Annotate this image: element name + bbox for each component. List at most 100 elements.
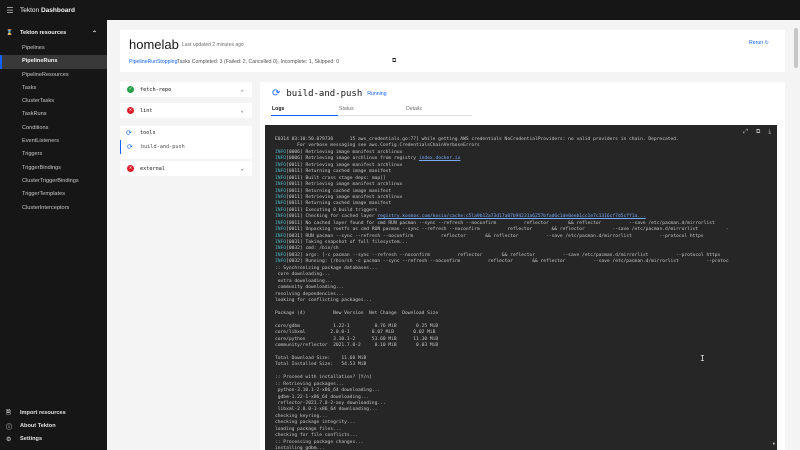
chevron-up-icon: ⌃ — [91, 30, 97, 37]
tab-logs[interactable]: Logs — [271, 104, 338, 116]
step-build-and-push[interactable]: ⟳ build-and-push — [120, 140, 252, 154]
log-level: INFO — [275, 188, 287, 194]
log-text: :: Proceed with installation? [Y/n] — [275, 375, 372, 381]
sidebar-bottom-label: Settings — [20, 436, 43, 443]
log-level: INFO — [275, 227, 287, 233]
log-text: libxml-2.0.0-1-x86_64 downloading... — [275, 407, 378, 413]
step-details-panel: ⟳ build-and-push Running Logs Status Det… — [260, 82, 785, 450]
rerun-label: Rerun — [749, 40, 764, 46]
sidebar-item-pipelineruns[interactable]: PipelineRuns — [0, 55, 107, 69]
log-text: [0011] Retrieving image manifest archlin… — [286, 182, 403, 188]
task-tools-header[interactable]: ⟳ tools — [120, 126, 252, 140]
log-text: [0011] Built cross stage deps: map[] — [286, 175, 386, 181]
sidebar: ⌛ Tekton resources ⌃ Pipelines PipelineRu… — [0, 20, 107, 450]
sidebar-item-triggertemplates[interactable]: TriggerTemplates — [0, 188, 107, 201]
log-text: :: Processing package changes... — [275, 439, 364, 445]
success-icon: ✓ — [127, 86, 134, 93]
sidebar-item-pipelines[interactable]: Pipelines — [0, 42, 107, 55]
log-level: INFO — [275, 175, 287, 181]
chevron-down-icon: ⌄ — [240, 165, 244, 172]
sidebar-section-tekton-resources[interactable]: ⌛ Tekton resources ⌃ — [0, 24, 107, 42]
log-level: INFO — [275, 220, 287, 226]
rerun-button[interactable]: Rerun ↻ — [749, 40, 769, 46]
brand-light: Tekton — [20, 6, 41, 14]
sidebar-item-clustertriggerbindings[interactable]: ClusterTriggerBindings — [0, 175, 107, 188]
task-fetch-repo[interactable]: ✓ fetch-repo ⌄ — [120, 82, 252, 97]
log-text: community/reflector 2021.7.0-2 0.10 MiB … — [275, 343, 439, 348]
running-icon: ⟳ — [126, 129, 132, 137]
sidebar-about-tekton[interactable]: ⓘ About Tekton — [0, 419, 107, 432]
rerun-icon: ↻ — [764, 40, 769, 46]
brand-bold: Dashboard — [40, 6, 75, 14]
step-status: Running — [367, 90, 387, 97]
log-text: [0006] Retrieving image manifest archlin… — [286, 149, 403, 155]
log-level: INFO — [275, 149, 287, 155]
task-name: external — [140, 165, 165, 172]
task-external[interactable]: ✕ external ⌄ — [120, 161, 252, 176]
sidebar-item-triggers[interactable]: Triggers — [0, 148, 107, 161]
log-text: :: Retrieving packages... — [275, 381, 345, 387]
log-text: [0032] args: [-c pacman --sync --refresh… — [286, 252, 721, 258]
sidebar-item-clusterinterceptors[interactable]: ClusterInterceptors — [0, 202, 107, 215]
text-cursor-icon: I — [700, 354, 705, 363]
sidebar-item-eventlisteners[interactable]: EventListeners — [0, 135, 107, 148]
log-level: INFO — [275, 156, 287, 162]
task-name: lint — [140, 107, 153, 114]
log-text: core/python 3.10.1-2 53.60 MiB 11.30 MiB — [275, 336, 439, 342]
import-icon: 🗎 — [6, 409, 11, 416]
page-scrollbar[interactable] — [794, 28, 798, 68]
task-lint[interactable]: ✕ lint ⌄ — [120, 103, 252, 118]
tab-status[interactable]: Status — [338, 104, 405, 116]
hamburger-icon[interactable]: ☰ — [0, 6, 20, 15]
top-header: ☰ Tekton Dashboard — [0, 0, 800, 20]
log-text: checking for file conflicts... — [275, 433, 358, 439]
log-text: [0011] Returning cached image manifest — [286, 169, 392, 175]
log-link[interactable]: index.docker.io — [419, 156, 461, 161]
log-link[interactable]: registry.kosmos.com/kosia/cache:c5la9b12… — [377, 214, 645, 219]
log-level: INFO — [275, 246, 287, 252]
app-title[interactable]: Tekton Dashboard — [20, 7, 75, 14]
last-updated: Last updated 2 minutes ago — [182, 42, 244, 48]
log-text: [0031] Taking snapshot of full filesyste… — [286, 240, 408, 245]
sidebar-item-clustertasks[interactable]: ClusterTasks — [0, 95, 107, 108]
section-label: Tekton resources — [20, 30, 67, 36]
tab-details[interactable]: Details — [405, 104, 472, 116]
scroll-down-icon[interactable]: ▼ — [773, 441, 775, 446]
maximize-icon[interactable]: ⤢ — [743, 128, 748, 136]
log-text: core/gdbm 1.22-1 0.76 MiB 0.25 MiB — [275, 323, 439, 329]
log-level: INFO — [275, 252, 287, 258]
log-text: :: Synchronizing package databases... — [275, 265, 378, 271]
log-level: INFO — [275, 233, 287, 239]
log-text: [0032] Running: [/bin/sh -c pacman --syn… — [286, 259, 729, 265]
task-name: tools — [140, 130, 156, 136]
log-level: INFO — [275, 169, 287, 175]
sidebar-item-taskruns[interactable]: TaskRuns — [0, 108, 107, 121]
log-text: [0011] Unpacking rootfs as cmd RUN pacma… — [286, 227, 729, 233]
log-text: checking keyring... — [275, 413, 328, 419]
log-text: gdbm-1.22-1-x86_64 downloading... — [275, 394, 370, 400]
log-text: [0011] No cached layer found for cmd RUN… — [286, 220, 715, 226]
step-title: ⟳ build-and-push Running — [272, 88, 387, 99]
download-icon[interactable]: ⤓ — [768, 128, 771, 136]
sidebar-settings[interactable]: ⚙ Settings — [0, 433, 107, 446]
chevron-down-icon: ⌄ — [240, 107, 244, 114]
copy-icon[interactable]: ⧉ — [392, 58, 396, 65]
sidebar-item-triggerbindings[interactable]: TriggerBindings — [0, 162, 107, 175]
log-line: installing gdbm... — [275, 446, 777, 450]
log-viewer[interactable]: ⤢ ⧉ ⤓ ▼ E0314 03:10:50.079730 15 aws_cre… — [265, 125, 777, 450]
pipelinerun-header: homelab Last updated 2 minutes ago Pipel… — [120, 30, 785, 72]
open-external-icon[interactable]: ⧉ — [756, 128, 760, 136]
log-text: community downloading... — [275, 285, 345, 291]
chevron-down-icon: ⌄ — [240, 86, 244, 93]
log-text: python-3.10.1-2-x86_64 downloading... — [275, 388, 381, 394]
sidebar-item-pipelineresources[interactable]: PipelineResources — [0, 69, 107, 82]
tasks-summary: Tasks Completed: 3 (Failed: 2, Cancelled… — [177, 59, 340, 65]
running-icon: ⟳ — [272, 88, 281, 99]
error-icon: ✕ — [127, 165, 134, 172]
sidebar-item-conditions[interactable]: Conditions — [0, 122, 107, 135]
log-text: core downloading... — [275, 272, 331, 278]
log-text: For verbose messaging see aws.Config.Cre… — [275, 143, 480, 149]
log-level: INFO — [275, 207, 287, 213]
sidebar-import-resources[interactable]: 🗎 Import resources — [0, 406, 107, 419]
sidebar-item-tasks[interactable]: Tasks — [0, 82, 107, 95]
